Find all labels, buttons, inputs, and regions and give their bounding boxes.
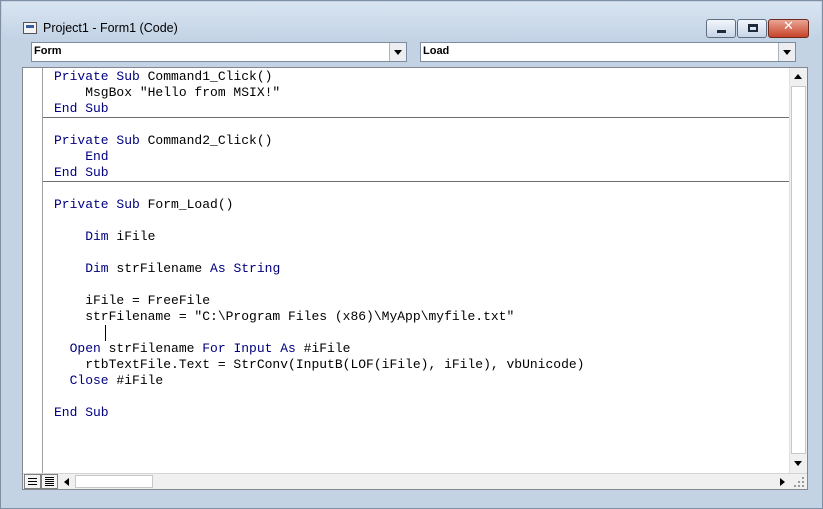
procedure-dropdown-value: Load bbox=[423, 45, 450, 57]
margin-indicator-bar[interactable] bbox=[23, 68, 43, 473]
minimize-button[interactable] bbox=[706, 19, 736, 38]
object-dropdown[interactable]: Form bbox=[31, 42, 407, 62]
scroll-up-button[interactable] bbox=[790, 68, 807, 85]
code-line[interactable]: strFilename = "C:\Program Files (x86)\My… bbox=[54, 309, 514, 325]
scroll-left-button[interactable] bbox=[59, 474, 75, 489]
vb-code-window-icon[interactable] bbox=[23, 22, 37, 34]
window-title: Project1 - Form1 (Code) bbox=[43, 21, 178, 35]
minimize-icon bbox=[717, 30, 726, 33]
resize-grip-icon[interactable] bbox=[791, 474, 807, 489]
vertical-scroll-thumb[interactable] bbox=[791, 86, 806, 454]
chevron-down-icon bbox=[783, 50, 791, 55]
maximize-button[interactable] bbox=[737, 19, 767, 38]
text-caret bbox=[105, 325, 106, 341]
procedure-view-icon bbox=[28, 478, 37, 479]
procedure-dropdown[interactable]: Load bbox=[420, 42, 796, 62]
close-icon: ✕ bbox=[783, 19, 794, 34]
procedure-dropdown-button[interactable] bbox=[778, 43, 795, 61]
scroll-right-button[interactable] bbox=[774, 474, 790, 489]
procedure-view-button[interactable] bbox=[24, 474, 41, 489]
code-line[interactable]: Dim iFile bbox=[54, 229, 155, 245]
code-line[interactable]: iFile = FreeFile bbox=[54, 293, 210, 309]
code-area[interactable]: Private Sub Command1_Click() MsgBox "Hel… bbox=[43, 68, 807, 473]
horizontal-scroll-area bbox=[23, 473, 807, 489]
code-line[interactable]: Open strFilename For Input As #iFile bbox=[54, 341, 351, 357]
chevron-right-icon bbox=[780, 478, 785, 486]
chevron-left-icon bbox=[64, 478, 69, 486]
object-dropdown-value: Form bbox=[34, 45, 62, 57]
code-line[interactable]: Private Sub Form_Load() bbox=[54, 197, 233, 213]
code-line[interactable]: End Sub bbox=[54, 165, 109, 181]
chevron-up-icon bbox=[794, 74, 802, 79]
code-editor[interactable]: Private Sub Command1_Click() MsgBox "Hel… bbox=[22, 67, 808, 490]
code-window: Project1 - Form1 (Code) ✕ Form Load Priv… bbox=[0, 0, 823, 509]
code-line[interactable]: End bbox=[54, 149, 108, 165]
code-line[interactable]: Private Sub Command2_Click() bbox=[54, 133, 272, 149]
code-line[interactable]: rtbTextFile.Text = StrConv(InputB(LOF(iF… bbox=[54, 357, 584, 373]
code-line[interactable]: Private Sub Command1_Click() bbox=[54, 69, 272, 85]
vertical-scrollbar[interactable] bbox=[789, 68, 807, 473]
full-module-view-icon bbox=[45, 477, 54, 478]
scroll-down-button[interactable] bbox=[790, 455, 807, 472]
code-line[interactable]: End Sub bbox=[54, 405, 109, 421]
object-dropdown-button[interactable] bbox=[389, 43, 406, 61]
code-line[interactable]: End Sub bbox=[54, 101, 109, 117]
code-line[interactable]: Close #iFile bbox=[54, 373, 164, 389]
chevron-down-icon bbox=[794, 461, 802, 466]
maximize-icon bbox=[748, 24, 758, 32]
full-module-view-button[interactable] bbox=[41, 474, 58, 489]
close-button[interactable]: ✕ bbox=[768, 19, 809, 38]
code-line[interactable]: Dim strFilename As String bbox=[54, 261, 280, 277]
horizontal-scroll-thumb[interactable] bbox=[75, 475, 153, 488]
chevron-down-icon bbox=[394, 50, 402, 55]
procedure-separator bbox=[43, 117, 807, 118]
procedure-separator bbox=[43, 181, 807, 182]
title-bar[interactable]: Project1 - Form1 (Code) ✕ bbox=[2, 2, 821, 38]
code-line[interactable]: MsgBox "Hello from MSIX!" bbox=[54, 85, 280, 101]
